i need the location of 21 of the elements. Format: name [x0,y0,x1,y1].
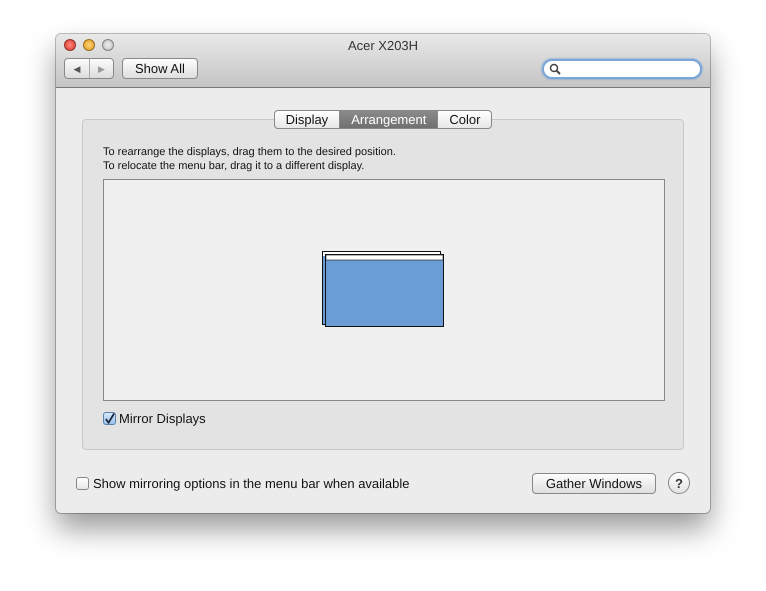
mirror-displays-checkbox[interactable] [103,412,116,425]
tab[interactable]: Arrangement [340,110,438,129]
tab[interactable]: Color [438,110,492,129]
checkmark-icon [104,412,115,424]
show-mirroring-checkbox[interactable] [76,476,89,490]
instruction-text: To rearrange the displays, drag them to the desired position. [103,146,397,160]
search-icon [549,62,561,74]
tab[interactable]: Display [274,110,340,129]
checkbox-label: Mirror Displays [119,411,206,426]
back-button[interactable]: ◀ [65,59,89,78]
display-drawing[interactable] [322,250,446,328]
zoom-button[interactable] [102,39,114,51]
instruction-text: To relocate the menu bar, drag it to a different display. [103,160,366,173]
checkbox-label: Show mirroring options in the menu bar when available [93,476,410,490]
show-all-button[interactable]: Show All [122,58,198,79]
search-field[interactable] [542,58,702,78]
window-title: Acer X203H [348,38,418,53]
help-button[interactable]: ? [668,472,690,494]
minimize-button[interactable] [83,39,95,51]
gather-windows-button[interactable]: Gather Windows [532,472,656,494]
close-button[interactable] [64,39,76,51]
